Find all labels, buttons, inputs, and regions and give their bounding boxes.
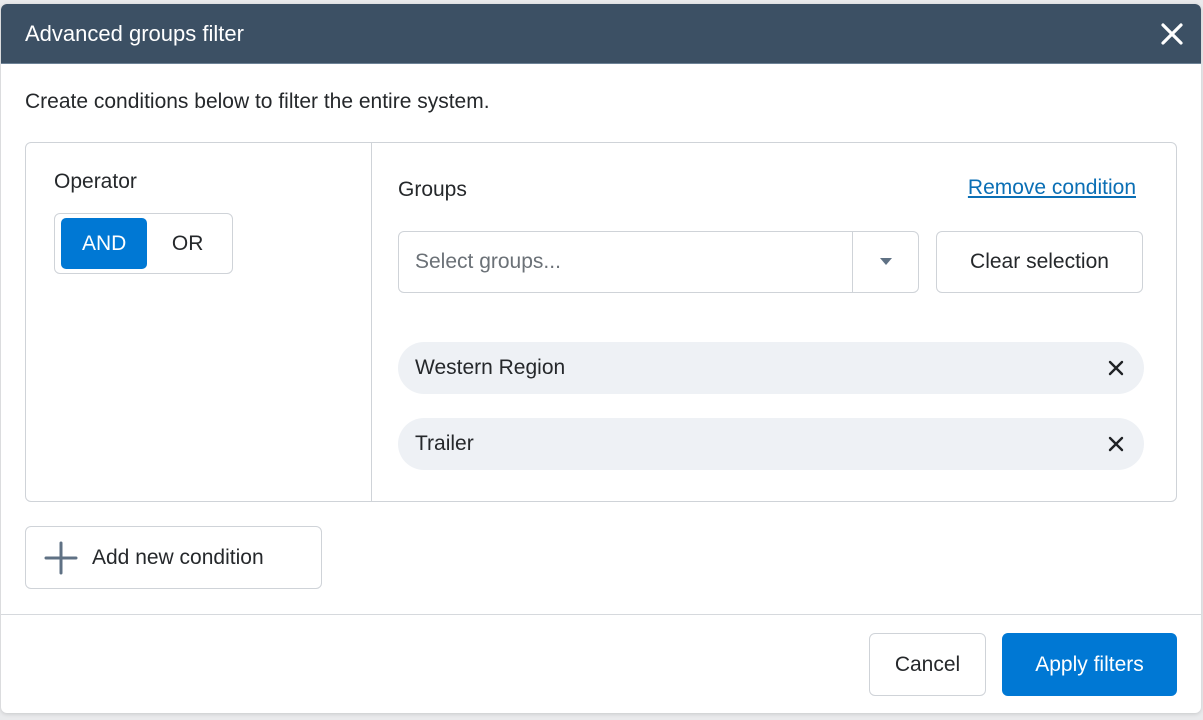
close-icon (1161, 22, 1183, 45)
operator-section: Operator AND OR (26, 143, 372, 501)
operator-or-button[interactable]: OR (149, 218, 226, 269)
operator-label: Operator (54, 170, 137, 193)
add-new-condition-label: Add new condition (92, 545, 264, 569)
close-icon (1108, 360, 1124, 376)
condition-card: Operator AND OR Groups Remove condition … (25, 142, 1177, 502)
groups-label: Groups (398, 178, 467, 201)
remove-group-button[interactable] (1104, 356, 1128, 380)
clear-selection-button[interactable]: Clear selection (936, 231, 1143, 293)
caret-down-icon (879, 258, 892, 265)
group-chip: Trailer (398, 418, 1144, 470)
operator-toggle: AND OR (54, 213, 233, 274)
footer-divider (1, 614, 1201, 615)
add-new-condition-button[interactable]: Add new condition (25, 526, 322, 589)
groups-select[interactable]: Select groups... (398, 231, 919, 293)
groups-select-placeholder[interactable]: Select groups... (399, 232, 852, 292)
groups-dropdown-toggle[interactable] (852, 232, 918, 292)
cancel-button[interactable]: Cancel (869, 633, 986, 696)
advanced-groups-filter-dialog: Advanced groups filter Create conditions… (1, 4, 1201, 713)
group-chip-label: Trailer (415, 432, 474, 455)
operator-and-button[interactable]: AND (61, 218, 148, 269)
close-button[interactable] (1157, 19, 1187, 49)
dialog-header: Advanced groups filter (1, 4, 1201, 64)
group-chip: Western Region (398, 342, 1144, 394)
apply-filters-button[interactable]: Apply filters (1002, 633, 1177, 696)
plus-icon (44, 541, 78, 574)
remove-group-button[interactable] (1104, 432, 1128, 456)
dialog-title: Advanced groups filter (25, 20, 244, 46)
groups-section: Groups Remove condition Select groups...… (372, 143, 1176, 501)
group-chip-label: Western Region (415, 356, 566, 379)
remove-condition-link[interactable]: Remove condition (968, 176, 1136, 200)
dialog-description: Create conditions below to filter the en… (25, 90, 490, 113)
close-icon (1108, 436, 1124, 452)
